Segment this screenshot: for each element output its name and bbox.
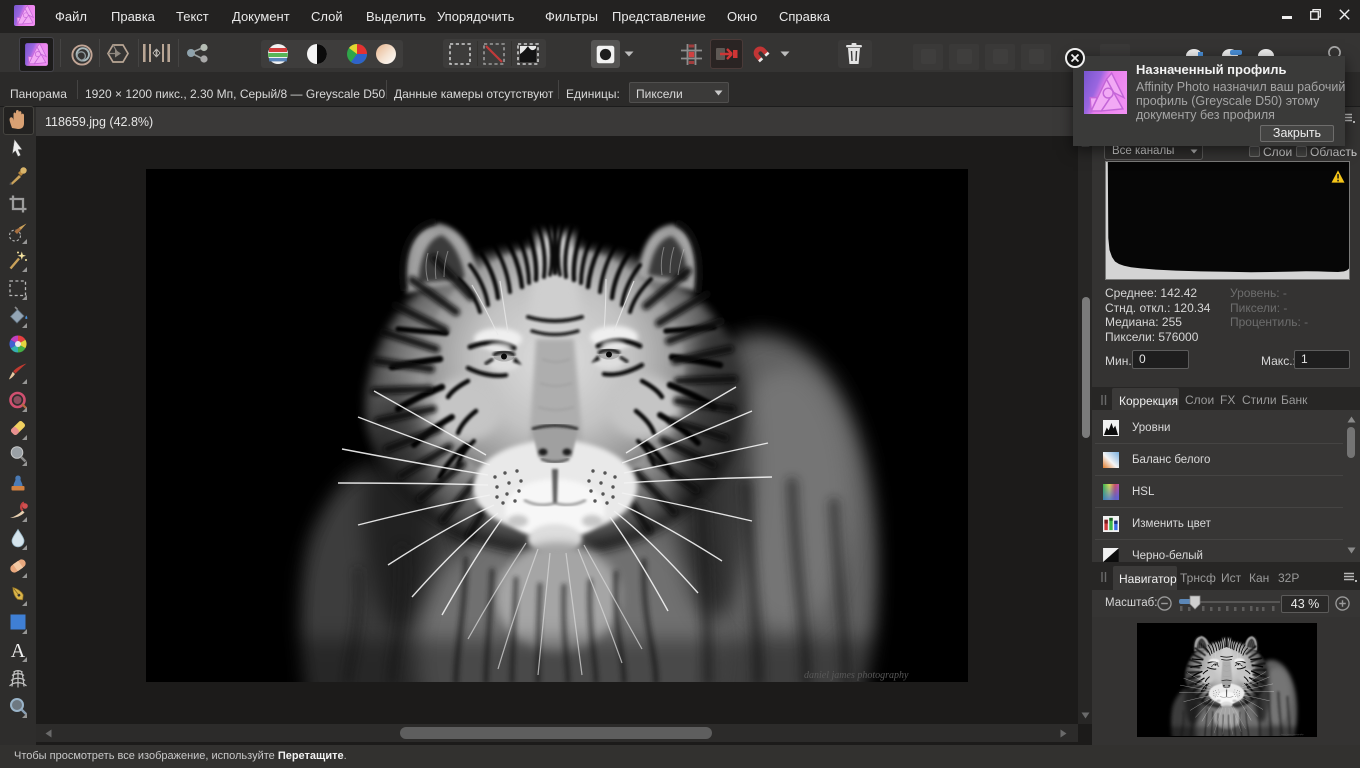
svg-text:A: A <box>11 640 26 662</box>
